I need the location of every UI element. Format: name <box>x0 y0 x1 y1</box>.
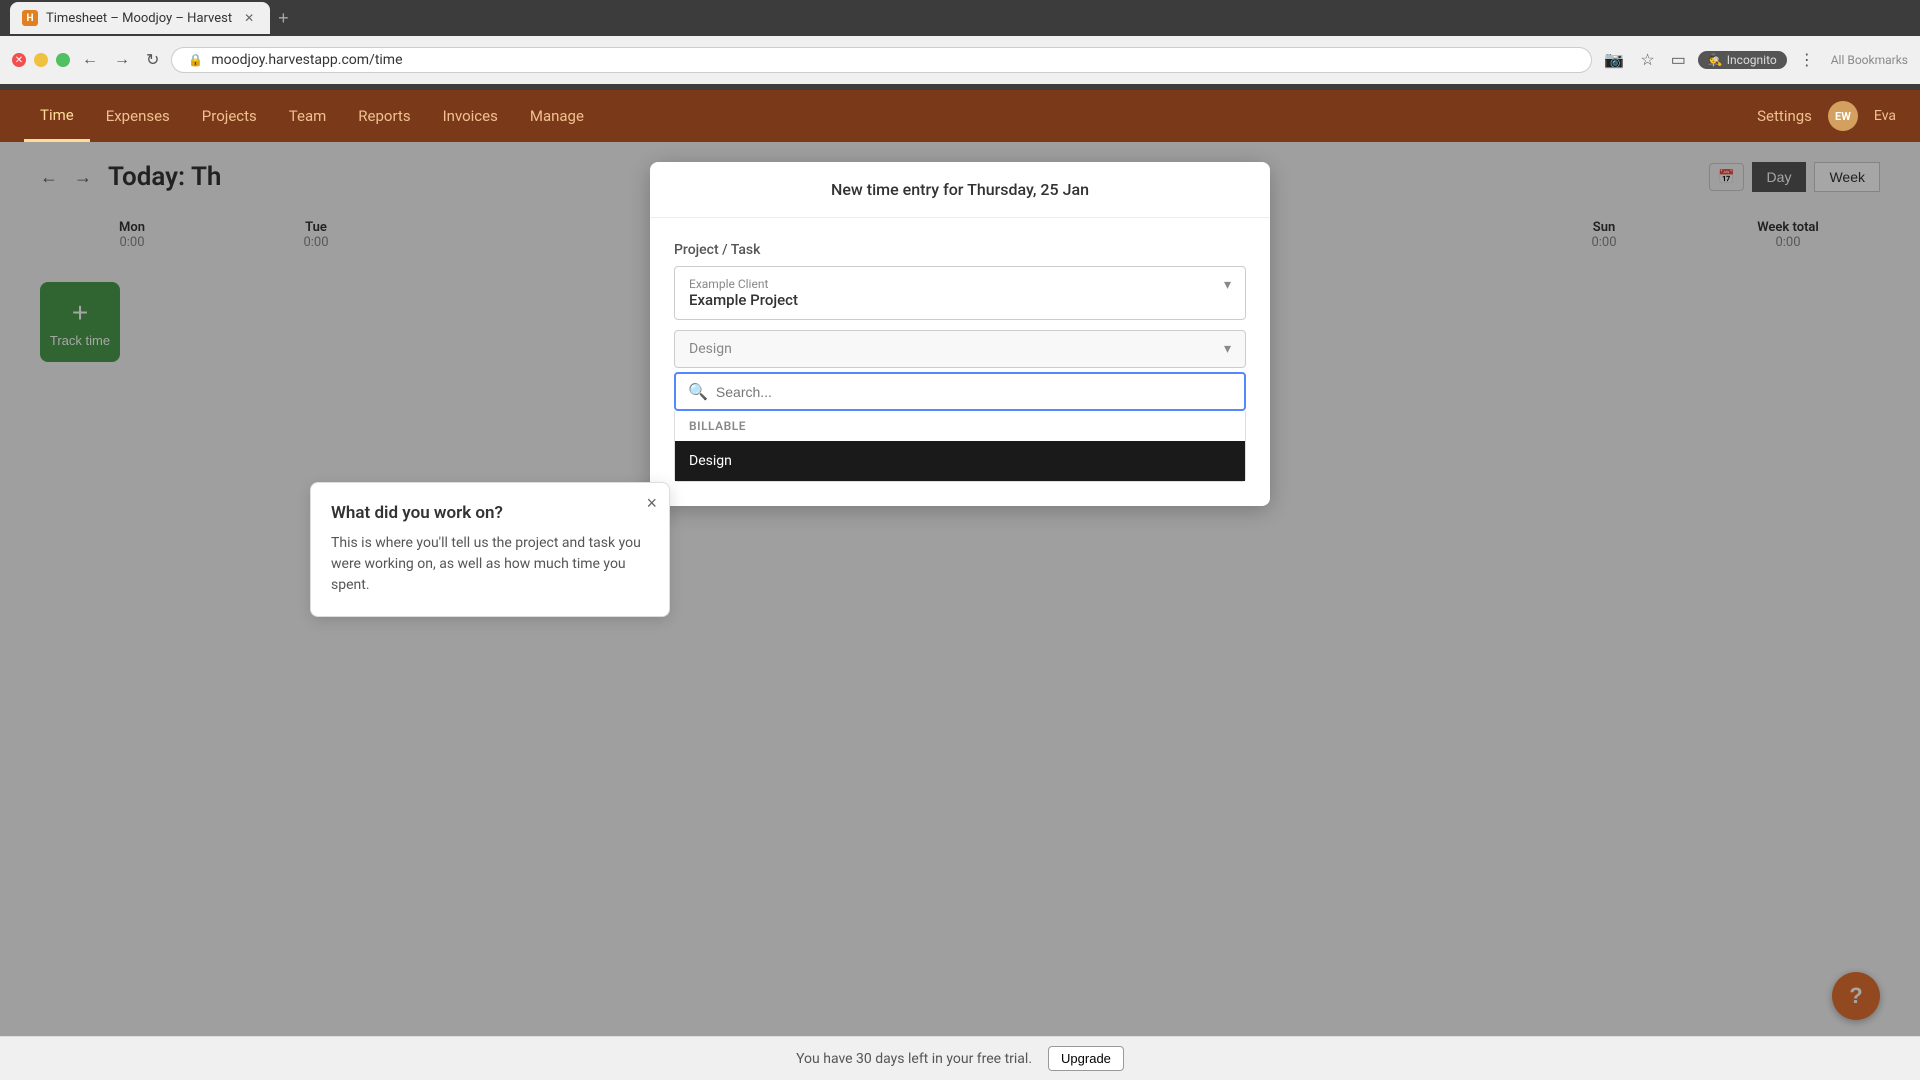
url-text: moodjoy.harvestapp.com/time <box>211 52 402 68</box>
browser-actions: 📷 ☆ ▭ 🕵 Incognito ⋮ All Bookmarks <box>1600 46 1908 74</box>
window-maximize-button[interactable] <box>56 53 70 67</box>
trial-text: You have 30 days left in your free trial… <box>796 1051 1032 1067</box>
nav-item-team[interactable]: Team <box>273 90 343 142</box>
project-task-label: Project / Task <box>674 242 1246 258</box>
nav-item-projects[interactable]: Projects <box>186 90 273 142</box>
nav-settings[interactable]: Settings <box>1757 107 1812 125</box>
tab-bar: H Timesheet – Moodjoy – Harvest ✕ + <box>0 0 1920 36</box>
task-dropdown: 🔍 Billable Design <box>674 372 1246 482</box>
bookmark-icon[interactable]: ☆ <box>1636 46 1658 74</box>
project-info: Example Client Example Project <box>689 277 798 309</box>
browser-forward-button[interactable]: → <box>110 47 134 73</box>
address-bar[interactable]: 🔒 moodjoy.harvestapp.com/time <box>171 47 1592 73</box>
nav-item-manage[interactable]: Manage <box>514 90 600 142</box>
tooltip-close-button[interactable]: × <box>646 493 657 514</box>
window-controls: ✕ <box>12 53 70 67</box>
camera-icon[interactable]: 📷 <box>1600 46 1628 74</box>
new-tab-button[interactable]: + <box>270 4 297 33</box>
app-nav: Time Expenses Projects Team Reports Invo… <box>0 90 1920 142</box>
nav-right: Settings EW Eva <box>1757 101 1896 131</box>
browser-tab[interactable]: H Timesheet – Moodjoy – Harvest ✕ <box>10 2 270 34</box>
modal-title: New time entry for Thursday, 25 Jan <box>831 180 1089 199</box>
lock-icon: 🔒 <box>188 53 203 67</box>
incognito-icon: 🕵 <box>1708 53 1723 67</box>
search-box: 🔍 <box>674 372 1246 411</box>
nav-item-reports[interactable]: Reports <box>342 90 426 142</box>
search-icon: 🔍 <box>688 382 708 401</box>
project-chevron-icon: ▾ <box>1224 277 1231 293</box>
task-dropdown-list: Billable Design <box>674 411 1246 482</box>
client-name: Example Client <box>689 277 798 291</box>
sidebar-icon[interactable]: ▭ <box>1667 46 1690 74</box>
modal-body: Project / Task Example Client Example Pr… <box>650 218 1270 506</box>
nav-item-time[interactable]: Time <box>24 90 90 142</box>
task-selector[interactable]: Design ▾ <box>674 330 1246 368</box>
window-minimize-button[interactable] <box>34 53 48 67</box>
tooltip-box: × What did you work on? This is where yo… <box>310 482 670 617</box>
dropdown-group-billable: Billable <box>675 411 1245 441</box>
browser-reload-button[interactable]: ↻ <box>142 46 163 74</box>
app-container: Time Expenses Projects Team Reports Invo… <box>0 90 1920 1080</box>
modal-header: New time entry for Thursday, 25 Jan <box>650 162 1270 218</box>
main-content: ← → Today: Th 📅 Day Week Mon 0:00 Tue 0:… <box>0 142 1920 1036</box>
window-close-button[interactable]: ✕ <box>12 53 26 67</box>
user-name: Eva <box>1874 108 1896 124</box>
menu-icon[interactable]: ⋮ <box>1795 46 1819 74</box>
nav-item-expenses[interactable]: Expenses <box>90 90 186 142</box>
incognito-badge: 🕵 Incognito <box>1698 51 1787 69</box>
tab-title: Timesheet – Moodjoy – Harvest <box>46 11 232 26</box>
task-search-input[interactable] <box>716 384 1232 400</box>
address-bar-row: ✕ ← → ↻ 🔒 moodjoy.harvestapp.com/time 📷 … <box>0 36 1920 84</box>
user-avatar: EW <box>1828 101 1858 131</box>
tooltip-body: This is where you'll tell us the project… <box>331 533 649 596</box>
browser-chrome: H Timesheet – Moodjoy – Harvest ✕ + ✕ ← … <box>0 0 1920 90</box>
incognito-label: Incognito <box>1727 53 1777 67</box>
tooltip-title: What did you work on? <box>331 503 649 523</box>
project-name: Example Project <box>689 291 798 309</box>
bottom-bar: You have 30 days left in your free trial… <box>0 1036 1920 1080</box>
upgrade-button[interactable]: Upgrade <box>1048 1046 1124 1071</box>
task-placeholder: Design <box>689 341 732 357</box>
task-chevron-icon: ▾ <box>1224 341 1231 357</box>
bookmarks-label: All Bookmarks <box>1831 53 1908 67</box>
tab-close-button[interactable]: ✕ <box>240 9 258 27</box>
dropdown-item-design[interactable]: Design <box>675 441 1245 481</box>
nav-item-invoices[interactable]: Invoices <box>427 90 514 142</box>
tab-favicon: H <box>22 10 38 26</box>
new-time-entry-modal: New time entry for Thursday, 25 Jan Proj… <box>650 162 1270 506</box>
project-selector[interactable]: Example Client Example Project ▾ <box>674 266 1246 320</box>
browser-back-button[interactable]: ← <box>78 47 102 73</box>
